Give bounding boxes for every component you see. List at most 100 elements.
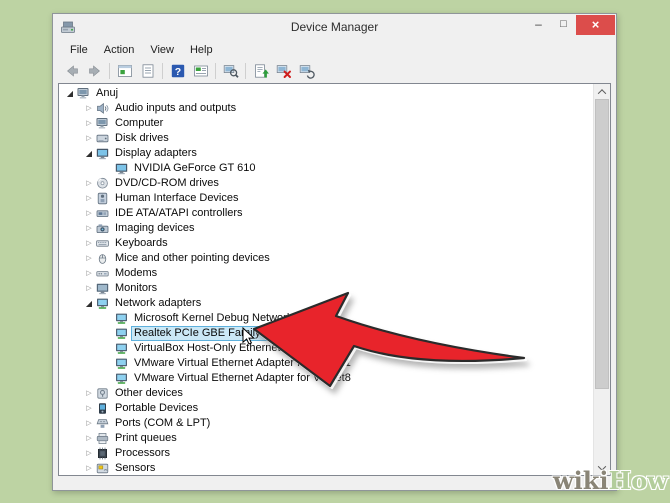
tree-item-display-adapters[interactable]: ◢Display adapters bbox=[59, 146, 594, 161]
audio-icon bbox=[96, 102, 109, 115]
close-button[interactable]: × bbox=[576, 15, 615, 35]
network-icon bbox=[115, 342, 128, 355]
scroll-up-button[interactable] bbox=[594, 84, 610, 99]
console-tree-icon bbox=[117, 63, 133, 79]
properties-icon bbox=[140, 63, 156, 79]
window-controls: – □ × bbox=[526, 15, 615, 35]
expand-expander-icon[interactable]: ▷ bbox=[82, 236, 96, 251]
tree-item-label: DVD/CD-ROM drives bbox=[113, 177, 221, 190]
tree-item-processors[interactable]: ▷Processors bbox=[59, 446, 594, 461]
tree-item-ide-ata-atapi-controllers[interactable]: ▷ IDE ATA/ATAPI controllers bbox=[59, 206, 594, 221]
expand-expander-icon[interactable]: ▷ bbox=[82, 116, 96, 131]
menu-file[interactable]: File bbox=[62, 42, 96, 58]
scan-hardware-changes-button[interactable] bbox=[295, 61, 318, 82]
uninstall-button[interactable] bbox=[272, 61, 295, 82]
tree-item-nvidia-geforce-gt-610[interactable]: NVIDIA GeForce GT 610 bbox=[59, 161, 594, 176]
expand-expander-icon[interactable]: ▷ bbox=[82, 386, 96, 401]
help-icon: ? bbox=[170, 63, 186, 79]
minimize-button[interactable]: – bbox=[526, 15, 551, 35]
update-driver-icon bbox=[253, 63, 269, 79]
other-icon bbox=[96, 387, 109, 400]
expand-expander-icon[interactable]: ▷ bbox=[82, 176, 96, 191]
network-icon bbox=[115, 327, 128, 340]
network-icon bbox=[115, 312, 128, 325]
disk-icon bbox=[96, 132, 109, 145]
export-list-button[interactable] bbox=[189, 61, 212, 82]
tree-item-audio-inputs-and-outputs[interactable]: ▷Audio inputs and outputs bbox=[59, 101, 594, 116]
scan-button[interactable] bbox=[219, 61, 242, 82]
toolbar-separator bbox=[109, 63, 110, 79]
collapse-expander-icon[interactable]: ◢ bbox=[82, 296, 96, 311]
help-button[interactable]: ? bbox=[166, 61, 189, 82]
maximize-button[interactable]: □ bbox=[551, 15, 576, 35]
hid-icon bbox=[96, 192, 109, 205]
tree-item-label: Mice and other pointing devices bbox=[113, 252, 272, 265]
expand-expander-icon[interactable]: ▷ bbox=[82, 281, 96, 296]
expand-expander-icon[interactable]: ▷ bbox=[82, 446, 96, 461]
export-list-icon bbox=[193, 63, 209, 79]
tree-item-label: Monitors bbox=[113, 282, 159, 295]
tree-item-label: Modems bbox=[113, 267, 159, 280]
mouse-cursor bbox=[242, 327, 255, 346]
tree-item-label: Human Interface Devices bbox=[113, 192, 241, 205]
tree-item-sensors[interactable]: ▷ Sensors bbox=[59, 461, 594, 475]
keyboard-icon bbox=[96, 237, 109, 250]
modem-icon bbox=[96, 267, 109, 280]
expand-expander-icon[interactable]: ▷ bbox=[82, 461, 96, 475]
expand-expander-icon[interactable]: ▷ bbox=[82, 401, 96, 416]
toolbar-separator bbox=[162, 63, 163, 79]
wikihow-wiki-text: wiki bbox=[553, 466, 609, 495]
expand-expander-icon[interactable]: ▷ bbox=[82, 431, 96, 446]
expand-expander-icon[interactable]: ▷ bbox=[82, 131, 96, 146]
scrollbar-thumb[interactable] bbox=[595, 99, 609, 389]
title-bar[interactable]: Device Manager – □ × bbox=[53, 14, 616, 41]
properties-button[interactable] bbox=[136, 61, 159, 82]
tree-item-label: Network adapters bbox=[113, 297, 203, 310]
expand-expander-icon[interactable]: ▷ bbox=[82, 416, 96, 431]
tree-item-label: IDE ATA/ATAPI controllers bbox=[113, 207, 245, 220]
menu-bar: FileActionViewHelp bbox=[53, 41, 616, 59]
tree-item-print-queues[interactable]: ▷Print queues bbox=[59, 431, 594, 446]
back-button[interactable] bbox=[60, 61, 83, 82]
tree-item-computer[interactable]: ▷Computer bbox=[59, 116, 594, 131]
console-tree-button[interactable] bbox=[113, 61, 136, 82]
ide-icon bbox=[96, 207, 109, 220]
tree-item-label: Disk drives bbox=[113, 132, 171, 145]
expand-expander-icon[interactable]: ▷ bbox=[82, 251, 96, 266]
tree-item-human-interface-devices[interactable]: ▷ Human Interface Devices bbox=[59, 191, 594, 206]
toolbar-separator bbox=[215, 63, 216, 79]
tree-item-label: Ports (COM & LPT) bbox=[113, 417, 212, 430]
collapse-expander-icon[interactable]: ◢ bbox=[63, 86, 77, 101]
menu-action[interactable]: Action bbox=[96, 42, 143, 58]
expand-expander-icon[interactable]: ▷ bbox=[82, 266, 96, 281]
tree-item-ports-com-lpt[interactable]: ▷ Ports (COM & LPT) bbox=[59, 416, 594, 431]
tree-item-modems[interactable]: ▷ Modems bbox=[59, 266, 594, 281]
expand-expander-icon[interactable]: ▷ bbox=[82, 191, 96, 206]
portable-icon bbox=[96, 402, 109, 415]
printer-icon bbox=[96, 432, 109, 445]
tree-item-imaging-devices[interactable]: ▷ Imaging devices bbox=[59, 221, 594, 236]
expand-expander-icon[interactable]: ▷ bbox=[82, 221, 96, 236]
vertical-scrollbar[interactable] bbox=[593, 84, 610, 475]
tree-item-dvd-cd-rom-drives[interactable]: ▷ DVD/CD-ROM drives bbox=[59, 176, 594, 191]
tree-item-label: Other devices bbox=[113, 387, 185, 400]
computer-icon bbox=[96, 117, 109, 130]
menu-help[interactable]: Help bbox=[182, 42, 221, 58]
scan-hardware-changes-icon bbox=[299, 63, 315, 79]
tree-item-label: Imaging devices bbox=[113, 222, 197, 235]
menu-view[interactable]: View bbox=[142, 42, 182, 58]
tree-item-anuj[interactable]: ◢ Anuj bbox=[59, 86, 594, 101]
tree-item-keyboards[interactable]: ▷Keyboards bbox=[59, 236, 594, 251]
chevron-up-icon bbox=[598, 89, 606, 97]
forward-button[interactable] bbox=[83, 61, 106, 82]
display-icon bbox=[96, 147, 109, 160]
tree-item-disk-drives[interactable]: ▷ Disk drives bbox=[59, 131, 594, 146]
tree-item-mice-and-other-pointing-devices[interactable]: ▷ Mice and other pointing devices bbox=[59, 251, 594, 266]
tree-item-label: Anuj bbox=[94, 87, 120, 100]
collapse-expander-icon[interactable]: ◢ bbox=[82, 146, 96, 161]
tree-item-label: Sensors bbox=[113, 462, 157, 475]
update-driver-button[interactable] bbox=[249, 61, 272, 82]
expand-expander-icon[interactable]: ▷ bbox=[82, 206, 96, 221]
sensors-icon bbox=[96, 462, 109, 475]
expand-expander-icon[interactable]: ▷ bbox=[82, 101, 96, 116]
